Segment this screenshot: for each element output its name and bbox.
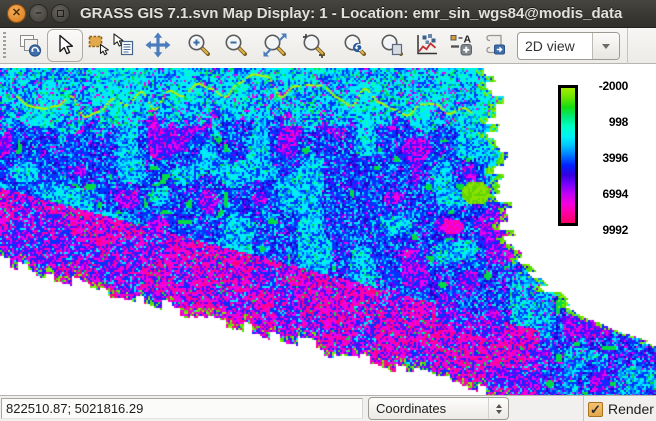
zoom-options-button[interactable]	[379, 31, 405, 59]
map-legend: -2000 998 3996 6994 9992	[556, 78, 656, 238]
zoom-out-icon	[223, 32, 249, 58]
select-region-icon	[86, 32, 112, 58]
zoom-in-icon	[186, 32, 212, 58]
zoom-extent-button[interactable]	[262, 31, 288, 59]
pointer-icon	[52, 32, 78, 58]
query-icon	[110, 32, 136, 58]
coordinates-display: 822510.87; 5021816.29	[1, 398, 363, 419]
query-button[interactable]	[110, 31, 136, 59]
maximize-button[interactable]	[51, 4, 70, 23]
zoom-back-button[interactable]	[342, 31, 368, 59]
zoom-extent-icon	[262, 32, 288, 58]
checkbox-checked-icon[interactable]: ✓	[588, 402, 603, 417]
grass-map-display-window: ✕ – GRASS GIS 7.1.svn Map Display: 1 - L…	[0, 0, 656, 421]
pan-icon	[145, 32, 171, 58]
chevron-down-icon	[602, 44, 610, 49]
close-button[interactable]: ✕	[7, 4, 26, 23]
zoom-region-button[interactable]	[301, 31, 327, 59]
zoom-options-icon	[379, 32, 405, 58]
chevron-down-icon	[496, 410, 502, 414]
statusbar-separator	[583, 396, 584, 421]
select-button[interactable]	[86, 31, 112, 59]
view-mode-dropdown-button[interactable]	[592, 33, 619, 59]
toolbar: A 2D view	[0, 28, 656, 64]
zoom-out-button[interactable]	[223, 31, 249, 59]
zoom-in-button[interactable]	[186, 31, 212, 59]
save-display-icon	[482, 32, 508, 58]
toolbar-grip[interactable]	[3, 32, 6, 60]
add-legend-icon: A	[448, 32, 474, 58]
legend-tick: 9992	[586, 224, 628, 236]
add-overlay-button[interactable]: A	[448, 31, 474, 59]
legend-tick: -2000	[586, 80, 628, 92]
pointer-button[interactable]	[52, 31, 78, 59]
view-mode-value: 2D view	[518, 38, 592, 54]
pan-button[interactable]	[145, 31, 171, 59]
statusbar: 822510.87; 5021816.29 Coordinates ✓ Rend…	[0, 395, 656, 421]
svg-text:A: A	[464, 34, 472, 46]
legend-color-bar	[558, 85, 578, 226]
toolbar-separator	[627, 28, 628, 64]
legend-tick: 998	[586, 116, 628, 128]
statusbar-mode-value: Coordinates	[369, 401, 488, 416]
titlebar: ✕ – GRASS GIS 7.1.svn Map Display: 1 - L…	[0, 0, 656, 28]
render-toggle[interactable]: ✓ Render	[588, 396, 654, 421]
save-display-button[interactable]	[482, 31, 508, 59]
statusbar-mode-select[interactable]: Coordinates	[368, 397, 509, 420]
window-title: GRASS GIS 7.1.svn Map Display: 1 - Locat…	[80, 0, 622, 28]
legend-tick: 3996	[586, 152, 628, 164]
minimize-button[interactable]: –	[29, 4, 48, 23]
zoom-back-icon	[342, 32, 368, 58]
map-display-area: -2000 998 3996 6994 9992	[0, 64, 656, 395]
spinner-buttons[interactable]	[488, 398, 508, 419]
chevron-up-icon	[496, 404, 502, 408]
analyze-button[interactable]	[414, 31, 440, 59]
render-label: Render	[608, 401, 654, 417]
analyze-chart-icon	[414, 32, 440, 58]
display-map-button[interactable]	[17, 31, 43, 59]
legend-tick: 6994	[586, 188, 628, 200]
zoom-region-icon	[301, 32, 327, 58]
view-mode-select[interactable]: 2D view	[517, 32, 620, 60]
display-map-icon	[17, 32, 43, 58]
